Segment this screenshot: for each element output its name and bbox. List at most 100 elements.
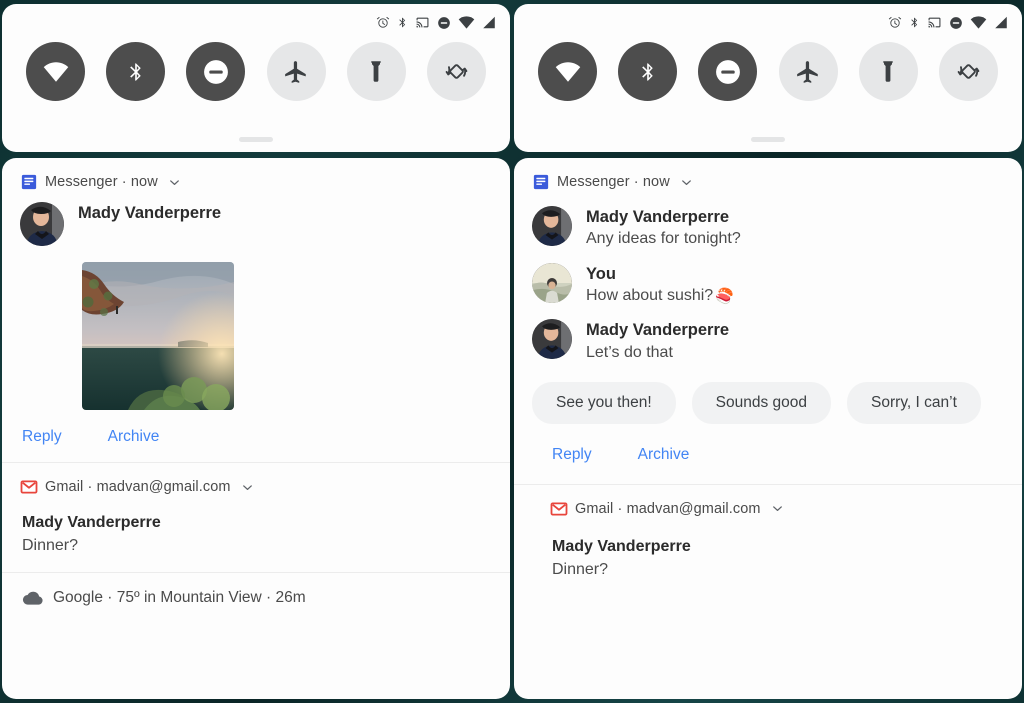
status-bar-left <box>2 4 510 32</box>
message-row: Mady Vanderperre Let’s do that <box>514 307 1022 364</box>
wifi-icon <box>42 61 70 83</box>
attachment-photo[interactable] <box>82 262 234 410</box>
avatar <box>532 319 572 359</box>
message-sender: Mady Vanderperre <box>586 206 741 228</box>
message-text: Any ideas for tonight? <box>586 228 741 250</box>
notification-messenger-right[interactable]: Messenger · now <box>514 158 1022 484</box>
tile-airplane-mode[interactable] <box>779 42 838 101</box>
wifi-icon <box>458 16 475 29</box>
notification-shade-left: Messenger · now <box>2 158 510 699</box>
notification-messenger-left[interactable]: Messenger · now <box>2 158 510 462</box>
archive-button[interactable]: Archive <box>108 428 160 446</box>
notification-header[interactable]: Gmail · madvan@gmail.com <box>2 463 510 497</box>
cloud-icon <box>22 590 44 606</box>
cast-icon <box>415 16 430 29</box>
smart-reply-chip[interactable]: See you then! <box>532 382 676 424</box>
wifi-icon <box>554 61 582 83</box>
weather-text: Google · 75º in Mountain View · 26m <box>53 589 306 607</box>
smart-reply-chips: See you then! Sounds good Sorry, I can’t <box>514 364 1022 424</box>
tile-bluetooth[interactable] <box>618 42 677 101</box>
chevron-down-icon[interactable] <box>770 501 785 516</box>
tile-do-not-disturb[interactable] <box>186 42 245 101</box>
do-not-disturb-icon <box>203 59 229 85</box>
avatar <box>20 202 64 246</box>
gmail-icon <box>550 500 568 518</box>
message-sender: Mady Vanderperre <box>78 202 221 224</box>
tile-flashlight[interactable] <box>859 42 918 101</box>
tile-wifi[interactable] <box>538 42 597 101</box>
notification-app-line: Gmail · madvan@gmail.com <box>45 479 231 495</box>
cellular-signal-icon <box>994 16 1008 29</box>
message-sender: You <box>586 263 734 285</box>
tile-auto-rotate[interactable] <box>939 42 998 101</box>
message-text: How about sushi?🍣 <box>586 285 734 307</box>
gmail-title: Mady Vanderperre <box>552 535 1004 558</box>
notification-header[interactable]: Messenger · now <box>2 158 510 192</box>
cellular-signal-icon <box>482 16 496 29</box>
quick-settings-tiles-right <box>514 32 1022 101</box>
bluetooth-icon <box>638 58 658 86</box>
quick-settings-tiles-left <box>2 32 510 101</box>
flashlight-icon <box>876 59 900 85</box>
message-sender: Mady Vanderperre <box>586 319 729 341</box>
avatar <box>532 263 572 303</box>
tile-flashlight[interactable] <box>347 42 406 101</box>
drag-handle-right[interactable] <box>751 137 785 142</box>
drag-handle-left[interactable] <box>239 137 273 142</box>
smart-reply-chip[interactable]: Sounds good <box>692 382 831 424</box>
message-row: You How about sushi?🍣 <box>514 251 1022 308</box>
alarm-icon <box>376 16 390 30</box>
bluetooth-icon <box>909 15 920 30</box>
chevron-down-icon[interactable] <box>679 175 694 190</box>
quick-settings-panel-right[interactable] <box>514 4 1022 152</box>
chevron-down-icon[interactable] <box>240 480 255 495</box>
landscape-photo-image <box>82 262 234 410</box>
gmail-subject: Dinner? <box>22 534 492 558</box>
message-row: Mady Vanderperre <box>2 192 510 246</box>
reply-button[interactable]: Reply <box>22 428 62 446</box>
avatar-mady-image <box>532 319 572 359</box>
rotate-icon <box>955 58 982 85</box>
avatar-you-image <box>532 263 572 303</box>
sushi-emoji: 🍣 <box>715 286 734 307</box>
status-bar-right <box>514 4 1022 32</box>
rotate-icon <box>443 58 470 85</box>
cast-icon <box>927 16 942 29</box>
tile-bluetooth[interactable] <box>106 42 165 101</box>
notification-header[interactable]: Messenger · now <box>514 158 1022 192</box>
avatar <box>532 206 572 246</box>
tile-wifi[interactable] <box>26 42 85 101</box>
gmail-subject: Dinner? <box>552 558 1004 582</box>
quick-settings-panel-left[interactable] <box>2 4 510 152</box>
reply-button[interactable]: Reply <box>552 446 592 464</box>
messenger-icon <box>20 173 38 191</box>
notification-actions: Reply Archive <box>2 410 510 462</box>
notification-gmail-right[interactable]: Gmail · madvan@gmail.com Mady Vanderperr… <box>514 484 1022 596</box>
flashlight-icon <box>364 59 388 85</box>
gmail-body: Mady Vanderperre Dinner? <box>514 519 1022 582</box>
notification-actions: Reply Archive <box>514 424 1022 484</box>
gmail-body: Mady Vanderperre Dinner? <box>2 497 510 558</box>
avatar-mady-image <box>532 206 572 246</box>
gmail-icon <box>20 478 38 496</box>
do-not-disturb-icon <box>949 16 963 30</box>
archive-button[interactable]: Archive <box>638 446 690 464</box>
right-panel: Messenger · now <box>514 4 1022 699</box>
do-not-disturb-icon <box>715 59 741 85</box>
message-text: Let’s do that <box>586 342 729 364</box>
notification-weather-left[interactable]: Google · 75º in Mountain View · 26m <box>2 572 510 621</box>
airplane-icon <box>795 59 821 85</box>
smart-reply-chip[interactable]: Sorry, I can’t <box>847 382 981 424</box>
tile-do-not-disturb[interactable] <box>698 42 757 101</box>
gmail-title: Mady Vanderperre <box>22 511 492 534</box>
chevron-down-icon[interactable] <box>167 175 182 190</box>
bluetooth-icon <box>397 15 408 30</box>
tile-auto-rotate[interactable] <box>427 42 486 101</box>
notification-gmail-left[interactable]: Gmail · madvan@gmail.com Mady Vanderperr… <box>2 462 510 558</box>
wifi-icon <box>970 16 987 29</box>
notification-header[interactable]: Gmail · madvan@gmail.com <box>514 485 1022 519</box>
notification-app-line: Messenger · now <box>557 174 670 190</box>
left-panel: Messenger · now <box>2 4 510 699</box>
tile-airplane-mode[interactable] <box>267 42 326 101</box>
message-row: Mady Vanderperre Any ideas for tonight? <box>514 192 1022 251</box>
